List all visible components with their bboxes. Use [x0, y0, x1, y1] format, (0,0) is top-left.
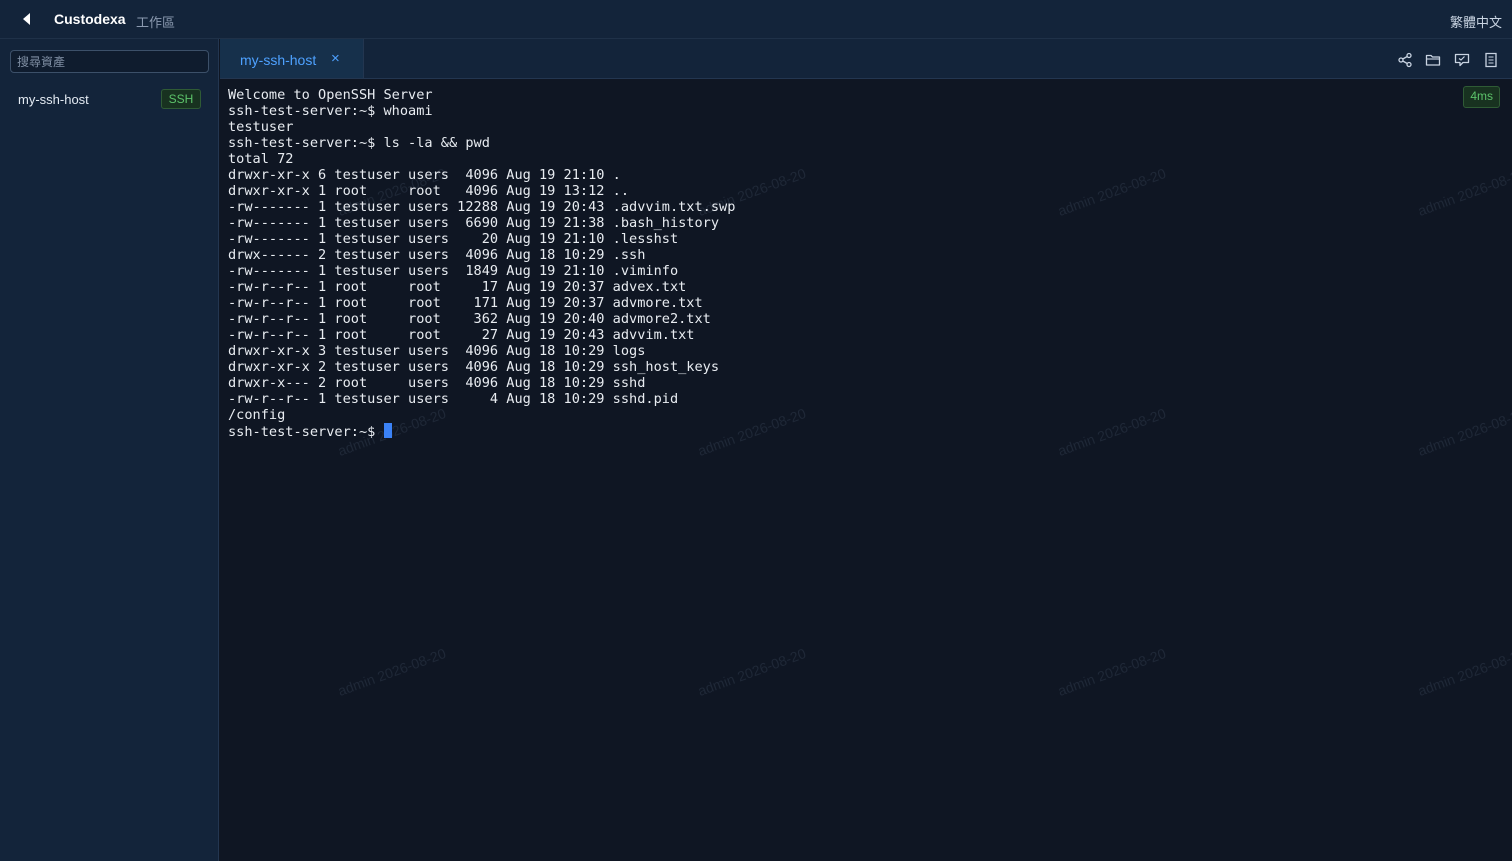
terminal-line: -rw-r--r-- 1 root root 27 Aug 19 20:43 a… [228, 327, 695, 343]
terminal-line: -rw-r--r-- 1 testuser users 4 Aug 18 10:… [228, 391, 679, 407]
terminal-line: drwxr-xr-x 2 testuser users 4096 Aug 18 … [228, 359, 720, 375]
watermark: admin 2026-08-20 [335, 645, 448, 699]
watermark: admin 2026-08-20 [1055, 405, 1168, 459]
terminal-line: -rw-r--r-- 1 root root 362 Aug 19 20:40 … [228, 311, 711, 327]
terminal-line: ssh-test-server:~$ whoami [228, 103, 433, 119]
tab-my-ssh-host[interactable]: my-ssh-host × [220, 39, 364, 78]
terminal-line: drwxr-xr-x 3 testuser users 4096 Aug 18 … [228, 343, 646, 359]
terminal-line: total 72 [228, 151, 294, 167]
tab-label: my-ssh-host [240, 52, 317, 68]
terminal-line: -rw-r--r-- 1 root root 17 Aug 19 20:37 a… [228, 279, 687, 295]
terminal-line: -rw------- 1 testuser users 12288 Aug 19… [228, 199, 736, 215]
folder-icon[interactable] [1425, 52, 1441, 68]
terminal-line: drwxr-xr-x 6 testuser users 4096 Aug 19 … [228, 167, 621, 183]
asset-sidebar: my-ssh-host SSH [0, 39, 219, 861]
terminal-line: -rw------- 1 testuser users 6690 Aug 19 … [228, 215, 720, 231]
terminal-line: Welcome to OpenSSH Server [228, 87, 433, 103]
top-bar: Custodexa 工作區 繁體中文 [0, 0, 1512, 39]
terminal-cursor [383, 423, 392, 438]
terminal-line: drwxr-x--- 2 root users 4096 Aug 18 10:2… [228, 375, 646, 391]
asset-item-my-ssh-host[interactable]: my-ssh-host SSH [0, 88, 218, 110]
watermark: admin 2026-08-20 [1055, 645, 1168, 699]
workspace-label: 工作區 [136, 15, 176, 30]
share-icon[interactable] [1397, 52, 1413, 68]
tab-bar: my-ssh-host × [220, 39, 1512, 79]
watermark: admin 2026-08-20 [1415, 165, 1512, 219]
app-title: Custodexa [54, 11, 126, 27]
watermark: admin 2026-08-20 [1415, 645, 1512, 699]
tab-close-icon[interactable]: × [331, 50, 340, 67]
document-icon[interactable] [1483, 52, 1499, 68]
asset-search-input[interactable] [10, 50, 209, 73]
terminal-prompt: ssh-test-server:~$ [228, 424, 384, 440]
chat-icon[interactable] [1454, 52, 1470, 68]
terminal-line: testuser [228, 119, 294, 135]
terminal-line: -rw-r--r-- 1 root root 171 Aug 19 20:37 … [228, 295, 703, 311]
terminal-output: Welcome to OpenSSH Server ssh-test-server… [228, 87, 735, 423]
terminal-line: ssh-test-server:~$ ls -la && pwd [228, 135, 490, 151]
watermark: admin 2026-08-20 [1055, 165, 1168, 219]
terminal-line: -rw------- 1 testuser users 20 Aug 19 21… [228, 231, 679, 247]
watermark: admin 2026-08-20 [1415, 405, 1512, 459]
terminal-panel[interactable]: admin 2026-08-20 admin 2026-08-20 admin … [220, 79, 1512, 861]
terminal-prompt-line[interactable]: ssh-test-server:~$ [228, 423, 392, 440]
terminal-line: drwxr-xr-x 1 root root 4096 Aug 19 13:12… [228, 183, 630, 199]
terminal-line: -rw------- 1 testuser users 1849 Aug 19 … [228, 263, 679, 279]
terminal-line: /config [228, 407, 286, 423]
latency-badge: 4ms [1463, 86, 1500, 108]
back-arrow-icon[interactable] [18, 10, 36, 28]
terminal-line: drwx------ 2 testuser users 4096 Aug 18 … [228, 247, 646, 263]
protocol-badge: SSH [161, 89, 201, 109]
language-switcher[interactable]: 繁體中文 [1450, 12, 1502, 31]
watermark: admin 2026-08-20 [695, 645, 808, 699]
asset-name: my-ssh-host [18, 92, 89, 107]
